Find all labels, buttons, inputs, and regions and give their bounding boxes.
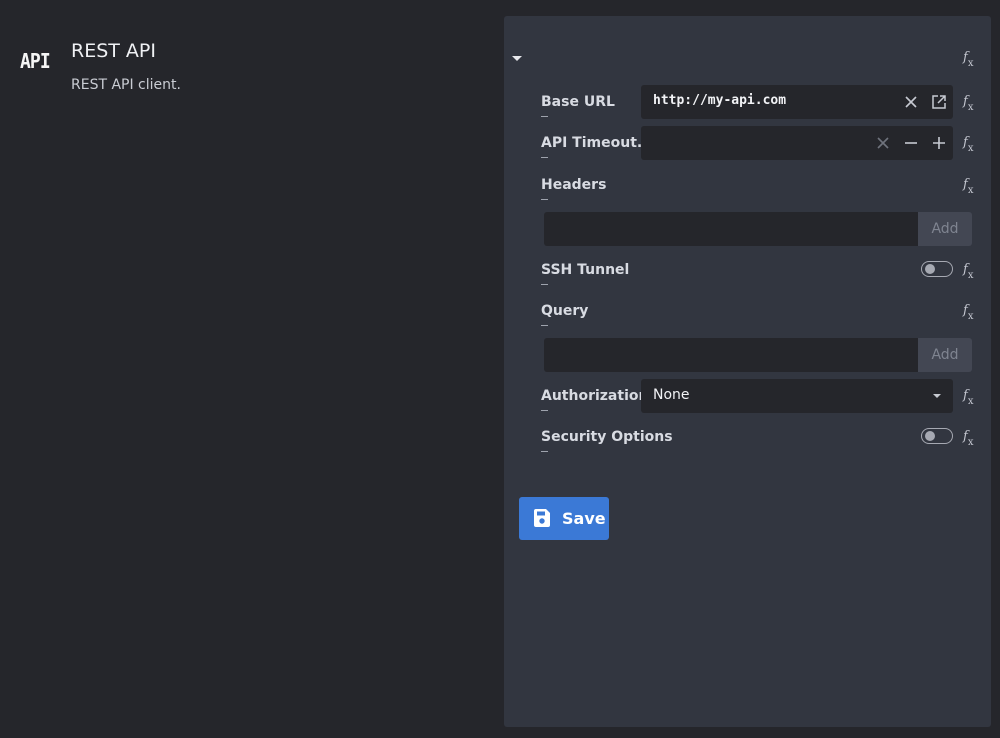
authorization-value: None [653, 387, 690, 403]
chevron-down-icon [933, 394, 941, 398]
security-options-toggle[interactable] [921, 428, 953, 444]
open-external-icon[interactable] [931, 94, 947, 110]
base-url-value: http://my-api.com [653, 93, 787, 108]
settings-panel: fx Base URL http://my-api.com fx API Tim… [504, 16, 991, 727]
connector-description: REST API client. [71, 77, 181, 93]
save-button[interactable]: Save [519, 497, 609, 540]
base-url-fx-icon[interactable]: fx [963, 94, 981, 113]
query-add-button[interactable]: Add [918, 338, 972, 372]
fx-icon[interactable]: fx [963, 50, 981, 69]
ssh-tunnel-toggle[interactable] [921, 261, 953, 277]
query-input[interactable] [544, 338, 918, 372]
headers-fx-icon[interactable]: fx [963, 177, 981, 196]
query-fx-icon[interactable]: fx [963, 303, 981, 322]
authorization-select[interactable]: None [641, 379, 953, 413]
authorization-label: Authorization [541, 388, 649, 411]
headers-label: Headers [541, 177, 607, 200]
ssh-tunnel-label: SSH Tunnel [541, 262, 630, 285]
base-url-input[interactable]: http://my-api.com [641, 85, 953, 119]
ssh-tunnel-fx-icon[interactable]: fx [963, 262, 981, 281]
api-timeout-fx-icon[interactable]: fx [963, 135, 981, 154]
collapse-toggle-icon[interactable] [512, 56, 522, 61]
clear-icon[interactable] [875, 135, 891, 151]
headers-add-button[interactable]: Add [918, 212, 972, 246]
decrement-icon[interactable] [903, 135, 919, 151]
base-url-label: Base URL [541, 94, 615, 117]
security-options-label: Security Options [541, 429, 673, 452]
security-options-fx-icon[interactable]: fx [963, 429, 981, 448]
increment-icon[interactable] [931, 135, 947, 151]
api-logo-icon: API [20, 49, 51, 73]
api-timeout-label: API Timeout... [541, 135, 653, 158]
floppy-disk-icon [532, 508, 552, 528]
clear-icon[interactable] [903, 94, 919, 110]
authorization-fx-icon[interactable]: fx [963, 388, 981, 407]
headers-input[interactable] [544, 212, 918, 246]
connector-title: REST API [71, 40, 156, 62]
query-label: Query [541, 303, 589, 326]
api-timeout-input[interactable] [641, 126, 953, 160]
save-button-label: Save [562, 509, 606, 528]
